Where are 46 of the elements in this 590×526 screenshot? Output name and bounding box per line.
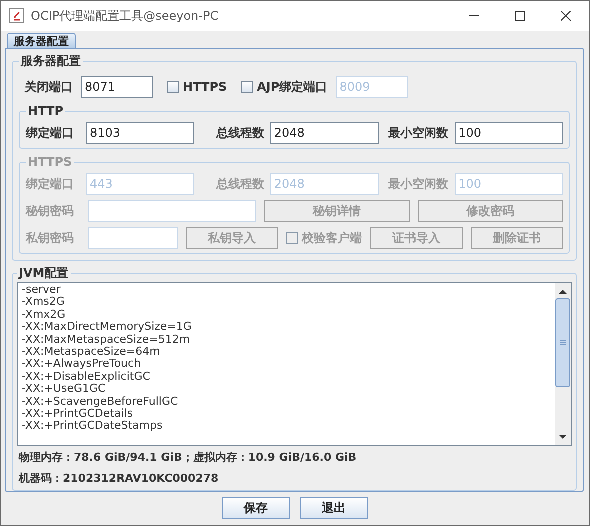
text-line: -Xmx2G [22,308,67,322]
checkbox[interactable] [241,81,254,93]
field-label: 总线程数 [215,124,264,142]
group-title: 服务器配置 [20,53,82,70]
minimize-icon [469,15,479,17]
text-line: -XX:+UseG1GC [22,383,106,396]
memory-info: 物理内存：78.6 GiB/94.1 GiB；虚拟内存：10.9 GiB/16.0 GiB [18,450,358,466]
group-title: HTTP [27,104,64,118]
app-icon [9,8,25,24]
group-title: JVM配置 [17,265,70,282]
text-line: -XX:+ScavengeBeforeFullGC [22,396,180,408]
field-label: 最小空闲数 [388,124,449,142]
input-field[interactable]: 8103 [86,122,194,144]
close-icon [561,11,571,21]
field-label: 最小空闲数 [388,176,449,192]
text-line: -XX:+PrintGCDateStamps [22,420,164,433]
text-line: -XX:MaxDirectMemorySize=1G [22,321,193,334]
text-line: -XX:+DisableExplicitGC [22,370,152,384]
dialog-button[interactable]: 退出 [300,497,368,519]
dialog-button[interactable]: 保存 [222,497,290,519]
machine-code: 机器码：2102312RAV10KC000278 [18,471,220,487]
input-field[interactable]: 100 [454,122,563,144]
checkbox-label: AJP绑定端口 [257,78,328,96]
window-title: OCIP代理端配置工具@seeyon-PC [31,8,220,24]
text-line: -XX:+AlwaysPreTouch [22,358,142,371]
checkbox-label: 校验客户端 [302,230,362,246]
text-line: -XX:MetaspaceSize=64m [22,346,160,358]
text-area[interactable] [17,282,572,446]
input-field[interactable]: 8071 [81,76,153,98]
scrollbar[interactable] [555,283,571,445]
field-label: 总线程数 [215,176,264,192]
field-label: 关闭端口 [24,78,73,96]
field-label: 绑定端口 [26,124,75,142]
input-field[interactable]: 2048 [270,122,379,144]
text-line: -XX:MaxMetaspaceSize=512m [22,334,192,346]
text-line: -server [22,284,62,296]
tab[interactable]: 服务器配置 [7,33,76,48]
group-title: HTTPS [27,155,74,169]
checkbox[interactable] [167,81,179,93]
field-label: 秘钥密码 [26,202,75,220]
field-label: 私钥密码 [26,230,75,246]
checkbox-label: HTTPS [183,80,228,94]
field-label: 绑定端口 [26,176,75,192]
text-line: -Xms2G [22,296,66,309]
text-line: -XX:+PrintGCDetails [22,408,134,420]
maximize-icon [515,11,525,21]
